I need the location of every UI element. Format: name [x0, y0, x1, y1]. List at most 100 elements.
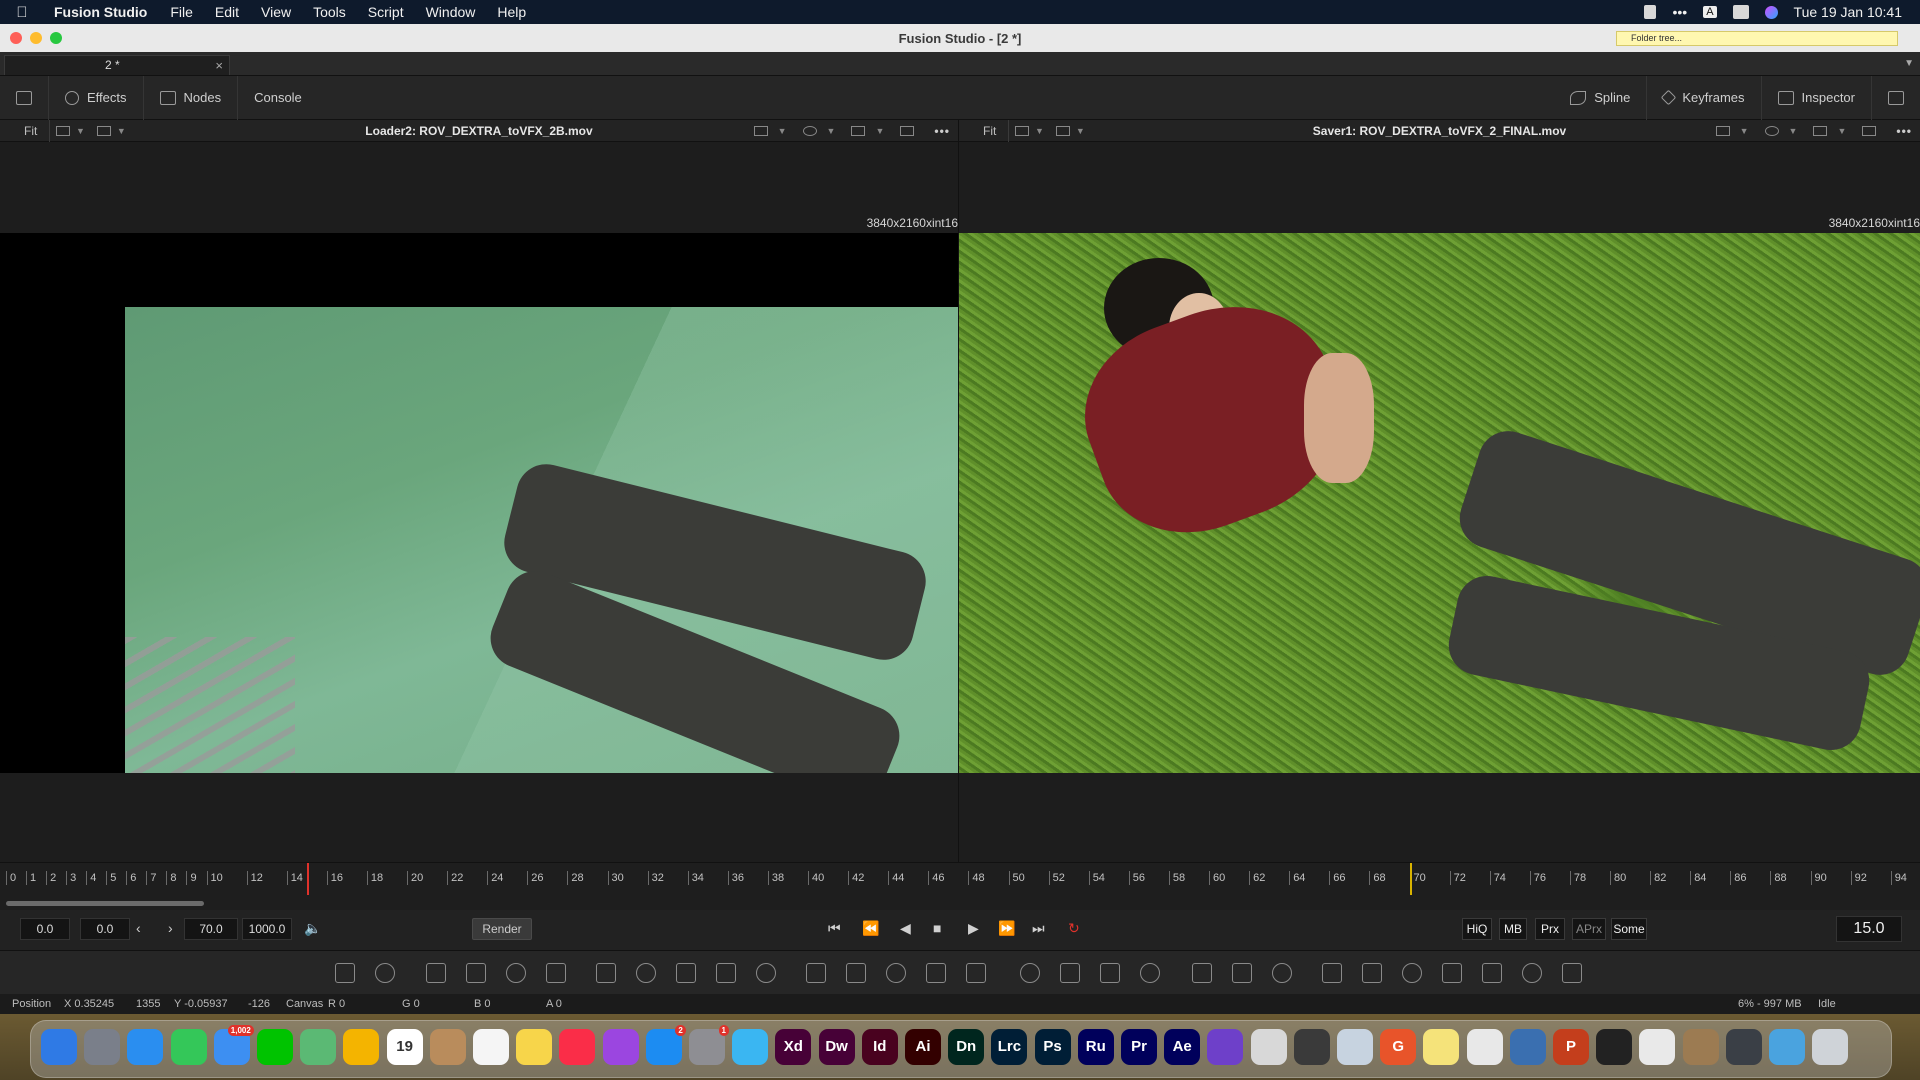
- more-icon[interactable]: •••: [1672, 4, 1687, 20]
- viewer-right-layout-icon[interactable]: [1015, 125, 1029, 136]
- layout-toggle-button[interactable]: [0, 75, 49, 120]
- merge3d-icon[interactable]: [1522, 963, 1542, 983]
- viewer-left-color-icon[interactable]: [802, 125, 817, 136]
- keyframes-button[interactable]: Keyframes: [1646, 75, 1760, 120]
- safari-icon[interactable]: [127, 1029, 164, 1065]
- chrome-icon[interactable]: [1466, 1029, 1503, 1065]
- global-end-field[interactable]: 1000.0: [242, 918, 292, 940]
- shape3d-icon[interactable]: [1322, 963, 1342, 983]
- viewer-right-grid-icon[interactable]: [1813, 125, 1828, 136]
- render-start-field[interactable]: 0.0: [80, 918, 130, 940]
- scrollbar-thumb[interactable]: [6, 901, 204, 906]
- ai-icon[interactable]: Ai: [905, 1029, 941, 1065]
- render-end-marker[interactable]: [1409, 863, 1412, 895]
- ru-icon[interactable]: Ru: [1077, 1029, 1114, 1065]
- archive-icon[interactable]: [1639, 1029, 1676, 1065]
- menu-view[interactable]: View: [250, 4, 302, 20]
- menu-script[interactable]: Script: [357, 4, 415, 20]
- viewer-left-fit-dropdown[interactable]: Fit: [0, 119, 50, 142]
- contacts-icon[interactable]: [429, 1029, 466, 1065]
- transform-icon[interactable]: [886, 963, 906, 983]
- aprx-button[interactable]: APrx: [1572, 918, 1606, 940]
- folder-icon[interactable]: [1769, 1029, 1805, 1065]
- photos-icon[interactable]: [343, 1029, 380, 1065]
- ambient-icon[interactable]: [1562, 963, 1582, 983]
- viewer-right-single-icon[interactable]: [1862, 125, 1877, 136]
- ps-icon[interactable]: Ps: [1034, 1029, 1071, 1065]
- notes-icon[interactable]: [516, 1029, 553, 1065]
- color-curves-icon[interactable]: [676, 963, 696, 983]
- launchpad-icon[interactable]: [84, 1029, 121, 1065]
- ae-icon[interactable]: Ae: [1164, 1029, 1201, 1065]
- timeline-ruler[interactable]: 0 1 2 3 4 5 6 7 8 9 10 12 14 16 18 20 22 24 26 28 30 32 34 36 38…: [0, 862, 1920, 896]
- dw-icon[interactable]: Dw: [818, 1029, 855, 1065]
- powerpoint-icon[interactable]: P: [1553, 1029, 1589, 1065]
- p-merge-icon[interactable]: [1272, 963, 1292, 983]
- messages-icon[interactable]: [170, 1029, 207, 1065]
- go-to-end-icon[interactable]: ⏭: [1032, 920, 1045, 937]
- step-back-frame-icon[interactable]: ⏪: [862, 920, 879, 937]
- chevron-down-icon[interactable]: ▼: [1740, 126, 1749, 136]
- calendar-icon[interactable]: 19: [386, 1029, 423, 1065]
- viewer-left[interactable]: 3840x2160xint16: [0, 142, 959, 862]
- viewer-right-lut-icon[interactable]: [1715, 125, 1730, 136]
- tab-menu-icon[interactable]: ▼: [1904, 58, 1914, 69]
- stop-icon[interactable]: ■: [933, 920, 941, 936]
- maps-icon[interactable]: [300, 1029, 337, 1065]
- playhead[interactable]: [306, 863, 309, 895]
- menu-help[interactable]: Help: [486, 4, 537, 20]
- chevron-down-icon[interactable]: ▼: [778, 126, 787, 136]
- chevron-down-icon[interactable]: ▼: [1789, 126, 1798, 136]
- console-button[interactable]: Console: [238, 76, 318, 120]
- sublime-icon[interactable]: [1293, 1029, 1330, 1065]
- viewer-right[interactable]: 3840x2160xint16: [959, 142, 1920, 862]
- paint-tool-icon[interactable]: [546, 963, 566, 983]
- mb-button[interactable]: MB: [1499, 918, 1527, 940]
- p-render-icon[interactable]: [1232, 963, 1252, 983]
- rect-mask-icon[interactable]: [426, 963, 446, 983]
- preferences-icon[interactable]: 1: [689, 1025, 729, 1065]
- step-forward-icon[interactable]: ›: [168, 920, 173, 936]
- chevron-down-icon[interactable]: ▼: [76, 126, 85, 136]
- brightness-curve-icon[interactable]: [636, 963, 656, 983]
- render-button[interactable]: Render: [472, 918, 532, 940]
- ruler[interactable]: 0 1 2 3 4 5 6 7 8 9 10 12 14 16 18 20 22 24 26 28 30 32 34 36 38…: [6, 863, 1907, 895]
- viewer-left-roi-icon[interactable]: [96, 125, 111, 136]
- step-back-icon[interactable]: ‹: [136, 920, 141, 936]
- finder-icon[interactable]: [41, 1029, 77, 1065]
- appstore-icon[interactable]: 2: [645, 1025, 686, 1065]
- ellipse-mask-icon[interactable]: [1060, 963, 1080, 983]
- particles-icon[interactable]: [596, 963, 616, 983]
- apple-menu-icon[interactable]: : [0, 4, 44, 21]
- dn-icon[interactable]: Dn: [948, 1029, 985, 1065]
- blur-tool-icon[interactable]: [756, 963, 776, 983]
- lrc-icon[interactable]: Lrc: [991, 1029, 1028, 1065]
- images-folder-icon[interactable]: [1682, 1029, 1719, 1065]
- image-plane-icon[interactable]: [466, 963, 486, 983]
- clock[interactable]: Tue 19 Jan 10:41: [1794, 4, 1902, 20]
- terminal-folder-icon[interactable]: [1725, 1029, 1762, 1065]
- siri-icon[interactable]: [1764, 5, 1778, 19]
- viewer-left-single-icon[interactable]: [900, 125, 915, 136]
- loop-icon[interactable]: ↻: [1068, 920, 1080, 937]
- line-icon[interactable]: [257, 1029, 293, 1065]
- podcasts-icon[interactable]: [602, 1029, 639, 1065]
- viewer-right-roi-icon[interactable]: [1055, 125, 1070, 136]
- viewer-right-image[interactable]: [959, 233, 1920, 773]
- camera3d-icon[interactable]: [1362, 963, 1382, 983]
- chevron-down-icon[interactable]: ▼: [117, 126, 126, 136]
- viewer-left-more-icon[interactable]: •••: [934, 124, 950, 138]
- merge-tool-icon[interactable]: [335, 963, 355, 983]
- flask-icon[interactable]: [1250, 1029, 1287, 1065]
- some-button[interactable]: Some: [1611, 918, 1647, 940]
- bspline-mask-icon[interactable]: [1140, 963, 1160, 983]
- close-tab-icon[interactable]: ×: [215, 56, 223, 75]
- mail-icon[interactable]: 1,002: [213, 1025, 254, 1065]
- step-forward-frame-icon[interactable]: ⏩: [998, 920, 1015, 937]
- inspector-button[interactable]: Inspector: [1760, 75, 1871, 120]
- viewer-right-color-icon[interactable]: [1764, 125, 1779, 136]
- metadata-button[interactable]: [1871, 75, 1920, 120]
- crop-icon[interactable]: [966, 963, 986, 983]
- text3d-icon[interactable]: [1402, 963, 1422, 983]
- go-to-start-icon[interactable]: ⏮: [828, 920, 841, 937]
